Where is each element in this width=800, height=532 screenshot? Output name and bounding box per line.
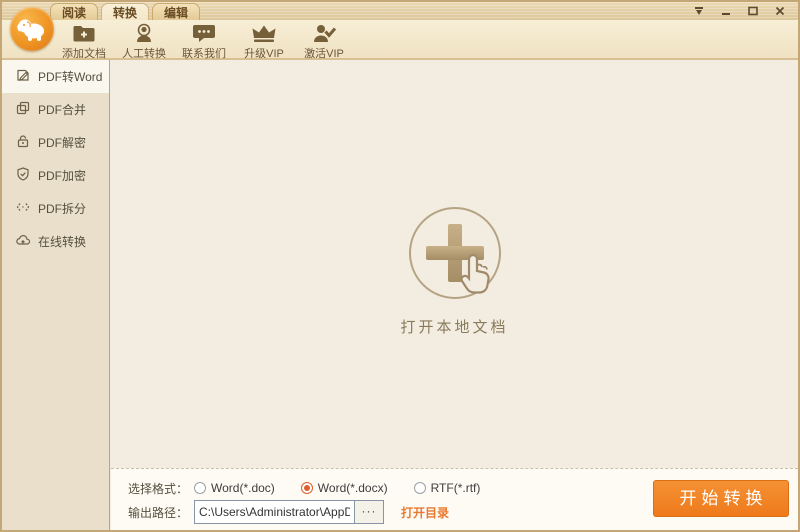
sidebar: PDF转Word PDF合并 PDF解密 PDF加密 PDF拆分 在线转换 <box>2 60 110 530</box>
radio-label: RTF(*.rtf) <box>430 481 481 495</box>
skin-menu-icon[interactable] <box>689 3 709 18</box>
add-document-icon <box>71 22 97 44</box>
pdf-encrypt-icon <box>15 166 31 185</box>
sidebar-item-online-convert[interactable]: 在线转换 <box>2 225 109 258</box>
activate-vip-icon <box>311 22 337 44</box>
tab-convert[interactable]: 转换 <box>101 3 150 20</box>
radio-label: Word(*.docx) <box>317 481 388 495</box>
app-window: 阅读 转换 编辑 添加文档 人工转换 联系我们 升级VIP 激活VIP PDF转… <box>0 0 800 532</box>
sidebar-item-label: 在线转换 <box>38 235 87 249</box>
manual-convert-icon <box>132 22 156 44</box>
output-path-label: 输出路径： <box>128 505 189 520</box>
sidebar-item-label: PDF合并 <box>38 103 87 117</box>
add-document-button[interactable]: 添加文档 <box>54 20 114 60</box>
format-label: 选择格式： <box>128 481 189 496</box>
format-radio-group: Word(*.doc) Word(*.docx) RTF(*.rtf) <box>194 481 506 495</box>
radio-word-docx[interactable]: Word(*.docx) <box>300 481 388 495</box>
pdf-decrypt-icon <box>15 133 31 152</box>
header: 阅读 转换 编辑 添加文档 人工转换 联系我们 升级VIP 激活VIP <box>2 2 798 60</box>
hand-pointer-icon <box>453 251 495 302</box>
pdf-split-icon <box>15 199 31 218</box>
upgrade-vip-icon <box>251 22 277 44</box>
sidebar-item-pdf-to-word[interactable]: PDF转Word <box>2 60 109 93</box>
sidebar-item-pdf-merge[interactable]: PDF合并 <box>2 93 109 126</box>
sidebar-item-label: PDF拆分 <box>38 202 87 216</box>
toolbar: 添加文档 人工转换 联系我们 升级VIP 激活VIP <box>2 20 798 60</box>
path-box: ··· <box>194 500 384 524</box>
pdf-merge-icon <box>15 100 31 119</box>
maximize-icon[interactable] <box>743 3 763 18</box>
minimize-icon[interactable] <box>716 3 736 18</box>
sidebar-item-label: PDF转Word <box>38 70 103 84</box>
main-area: 打开本地文档 <box>111 60 798 468</box>
radio-rtf[interactable]: RTF(*.rtf) <box>413 481 481 495</box>
radio-word-doc[interactable]: Word(*.doc) <box>194 481 275 495</box>
manual-convert-button[interactable]: 人工转换 <box>114 20 174 60</box>
contact-us-icon <box>191 22 217 44</box>
sidebar-item-pdf-decrypt[interactable]: PDF解密 <box>2 126 109 159</box>
upgrade-vip-button[interactable]: 升级VIP <box>234 20 294 60</box>
sidebar-item-pdf-split[interactable]: PDF拆分 <box>2 192 109 225</box>
tool-label: 人工转换 <box>122 48 166 60</box>
ribbon-tabs: 阅读 转换 编辑 <box>50 3 201 20</box>
radio-label: Word(*.doc) <box>211 481 275 495</box>
titlebar[interactable]: 阅读 转换 编辑 <box>2 2 798 20</box>
close-icon[interactable] <box>770 3 790 18</box>
output-path-input[interactable] <box>194 500 354 524</box>
sidebar-item-label: PDF加密 <box>38 169 87 183</box>
sidebar-item-pdf-encrypt[interactable]: PDF加密 <box>2 159 109 192</box>
footer-panel: 选择格式： Word(*.doc) Word(*.docx) RTF(*.rtf… <box>111 468 798 530</box>
open-directory-link[interactable]: 打开目录 <box>401 504 449 521</box>
activate-vip-button[interactable]: 激活VIP <box>294 20 354 60</box>
contact-us-button[interactable]: 联系我们 <box>174 20 234 60</box>
open-local-document-label: 打开本地文档 <box>400 319 509 336</box>
pdf-to-word-icon <box>15 67 31 86</box>
start-convert-button[interactable]: 开始转换 <box>653 480 789 517</box>
sidebar-item-label: PDF解密 <box>38 136 87 150</box>
tool-label: 添加文档 <box>62 48 106 60</box>
tab-edit[interactable]: 编辑 <box>152 3 201 20</box>
tool-label: 升级VIP <box>244 48 284 60</box>
tool-label: 联系我们 <box>182 48 226 60</box>
tool-label: 激活VIP <box>304 48 344 60</box>
open-local-document-button[interactable]: 打开本地文档 <box>355 207 555 337</box>
radio-circle-icon <box>300 482 313 494</box>
window-controls <box>689 3 790 18</box>
radio-circle-icon <box>413 482 426 494</box>
browse-button[interactable]: ··· <box>354 500 384 524</box>
radio-circle-icon <box>194 482 206 494</box>
app-logo-elephant-icon[interactable] <box>10 7 54 51</box>
online-convert-icon <box>15 232 31 251</box>
tab-read[interactable]: 阅读 <box>50 3 99 20</box>
add-plus-circle-icon[interactable] <box>408 207 501 302</box>
